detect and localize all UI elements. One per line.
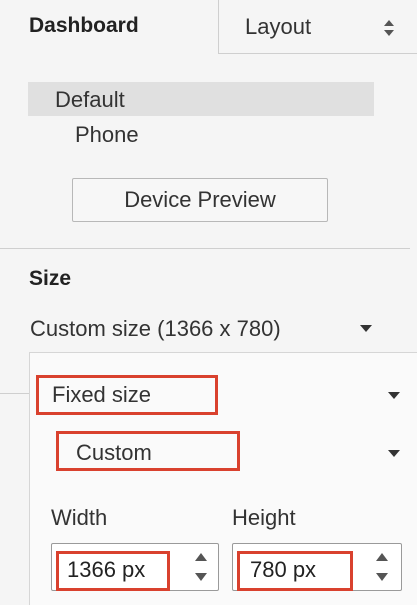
device-preview-label: Device Preview (124, 187, 276, 212)
height-stepper[interactable] (369, 548, 395, 588)
device-item-default[interactable]: Default (28, 82, 374, 116)
tab-layout[interactable]: Layout (218, 0, 417, 54)
size-dropdown-value: Custom size (1366 x 780) (30, 316, 281, 341)
tab-layout-label: Layout (245, 14, 312, 39)
width-stepper[interactable] (188, 548, 214, 588)
chevron-down-icon[interactable] (388, 450, 400, 457)
decrement-icon[interactable] (195, 573, 207, 581)
width-value[interactable]: 1366 px (67, 557, 145, 583)
size-heading: Size (29, 267, 72, 290)
section-divider (0, 248, 410, 249)
chevron-down-icon[interactable] (388, 392, 400, 399)
chevron-down-icon (360, 325, 372, 332)
tab-dashboard[interactable]: Dashboard (0, 0, 219, 54)
size-mode-value: Fixed size (52, 382, 152, 407)
height-label: Height (232, 505, 296, 530)
up-down-chevron-icon (384, 20, 394, 36)
increment-icon[interactable] (376, 553, 388, 561)
tab-dashboard-label: Dashboard (29, 14, 139, 37)
decrement-icon[interactable] (376, 573, 388, 581)
device-item-phone[interactable]: Phone (75, 122, 139, 148)
width-label: Width (51, 505, 108, 530)
divider (0, 393, 30, 394)
size-dropdown[interactable]: Custom size (1366 x 780) (30, 315, 380, 347)
device-item-label: Default (55, 87, 125, 112)
dashboard-pane: Dashboard Layout Default Phone Device Pr… (0, 0, 417, 605)
device-item-label: Phone (75, 122, 139, 147)
device-preview-button[interactable]: Device Preview (72, 178, 328, 222)
size-preset-value: Custom (76, 440, 152, 465)
height-value[interactable]: 780 px (250, 557, 316, 583)
increment-icon[interactable] (195, 553, 207, 561)
